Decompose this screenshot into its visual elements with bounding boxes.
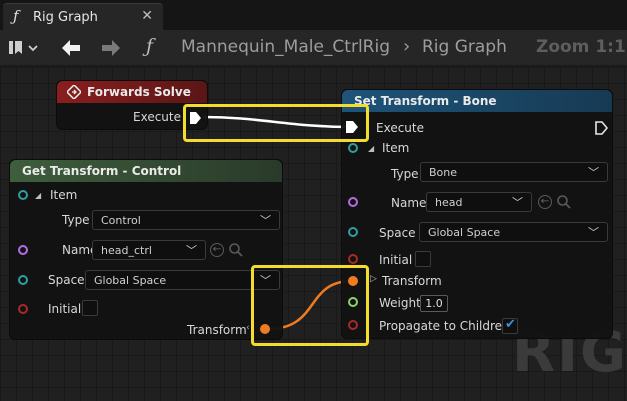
transform-connection-highlight [251, 265, 369, 346]
execute-input-label: Execute [376, 121, 424, 135]
chevron-down-icon: ﹀ [588, 226, 599, 239]
bookmark-icon [9, 41, 38, 54]
search-icon[interactable] [228, 242, 244, 258]
execute-connection-highlight [183, 104, 369, 142]
name-value: head_ctrl [101, 244, 152, 257]
breadcrumb-separator: › [403, 36, 411, 57]
initial-checkbox[interactable] [82, 300, 98, 316]
back-arrow-button[interactable] [60, 38, 82, 63]
expand-arrow-icon[interactable]: ◢ [368, 144, 374, 153]
node-title: Forwards Solve [87, 85, 191, 99]
space-value: Global Space [428, 226, 501, 239]
type-label: Type [391, 167, 419, 181]
space-label: Space [48, 273, 85, 287]
bookmark-menu-button[interactable] [9, 39, 38, 57]
type-dropdown[interactable]: Control ﹀ [92, 210, 280, 230]
name-dropdown[interactable]: head_ctrl ﹀ [92, 240, 206, 260]
breadcrumb-asset[interactable]: Mannequin_Male_CtrlRig [181, 37, 390, 57]
item-input-pin[interactable] [348, 143, 358, 153]
event-icon [67, 85, 81, 99]
zoom-level: Zoom 1:1 [536, 37, 626, 57]
initial-label: Initial [379, 253, 413, 267]
get-transform-control-node[interactable]: Get Transform - Control ◢ Item Type Cont… [9, 159, 283, 340]
item-label: Item [382, 141, 410, 155]
propagate-checkbox[interactable]: ✔ [502, 317, 518, 334]
space-input-pin[interactable] [348, 227, 358, 237]
chevron-down-icon: ﹀ [186, 244, 197, 257]
graph-canvas[interactable]: RIG Forwards Solve Execute Get Transform… [0, 67, 627, 401]
node-header: Get Transform - Control [10, 160, 282, 182]
collapse-arrow-icon[interactable]: ‹ [246, 323, 250, 333]
type-dropdown[interactable]: Bone ﹀ [420, 162, 608, 182]
tab-title: Rig Graph [33, 10, 98, 25]
graph-toolbar: ƒ Mannequin_Male_CtrlRig › Rig Graph Zoo… [0, 30, 627, 66]
type-label: Type [62, 213, 90, 227]
initial-input-pin[interactable] [18, 304, 28, 314]
name-dropdown[interactable]: head ﹀ [426, 192, 532, 212]
space-dropdown[interactable]: Global Space ﹀ [419, 222, 608, 242]
space-value: Global Space [94, 274, 167, 287]
initial-label: Initial [48, 302, 82, 316]
item-label: Item [50, 188, 78, 202]
close-tab-icon[interactable]: ✕ [141, 8, 153, 24]
function-icon: ƒ [13, 7, 19, 25]
forward-arrow-icon [102, 40, 120, 56]
name-label: Name [391, 196, 427, 210]
name-input-pin[interactable] [18, 245, 28, 255]
checkmark-icon: ✔ [505, 317, 516, 332]
use-selected-icon[interactable]: ← [538, 195, 552, 209]
execute-output-label: Execute [133, 110, 181, 124]
weight-label: Weight [379, 296, 421, 310]
weight-input[interactable]: 1.0 [420, 295, 448, 312]
tab-strip: ƒ Rig Graph ✕ [0, 0, 627, 30]
chevron-down-icon: ﹀ [588, 166, 599, 179]
initial-checkbox[interactable] [415, 251, 431, 267]
space-input-pin[interactable] [18, 275, 28, 285]
item-input-pin[interactable] [18, 190, 28, 200]
execute-output-pin[interactable] [595, 121, 608, 135]
node-title: Get Transform - Control [22, 164, 182, 178]
breadcrumb-graph[interactable]: Rig Graph [422, 37, 507, 57]
initial-input-pin[interactable] [348, 254, 358, 264]
space-label: Space [379, 226, 416, 240]
node-header: Set Transform - Bone [342, 90, 612, 112]
transform-input-label: Transform [382, 274, 442, 288]
chevron-down-icon: ﹀ [512, 196, 523, 209]
name-value: head [435, 196, 463, 209]
search-icon[interactable] [556, 194, 572, 210]
expand-arrow-icon[interactable]: ▷ [370, 274, 377, 284]
function-icon: ƒ [146, 35, 154, 57]
chevron-down-icon: ﹀ [260, 214, 271, 227]
type-value: Control [101, 214, 141, 227]
name-input-pin[interactable] [348, 197, 358, 207]
expand-arrow-icon[interactable]: ◢ [35, 191, 41, 200]
node-title: Set Transform - Bone [354, 94, 497, 108]
set-transform-bone-node[interactable]: Set Transform - Bone Execute ◢ Item Type… [341, 89, 613, 339]
node-header: Forwards Solve [57, 81, 207, 103]
transform-output-label: Transform [187, 323, 247, 337]
propagate-label: Propagate to Children [379, 319, 510, 333]
use-selected-icon[interactable]: ← [210, 243, 224, 257]
forward-arrow-button[interactable] [100, 38, 122, 63]
tab-rig-graph[interactable]: ƒ Rig Graph ✕ [3, 3, 163, 30]
type-value: Bone [429, 166, 458, 179]
back-arrow-icon [62, 40, 80, 56]
